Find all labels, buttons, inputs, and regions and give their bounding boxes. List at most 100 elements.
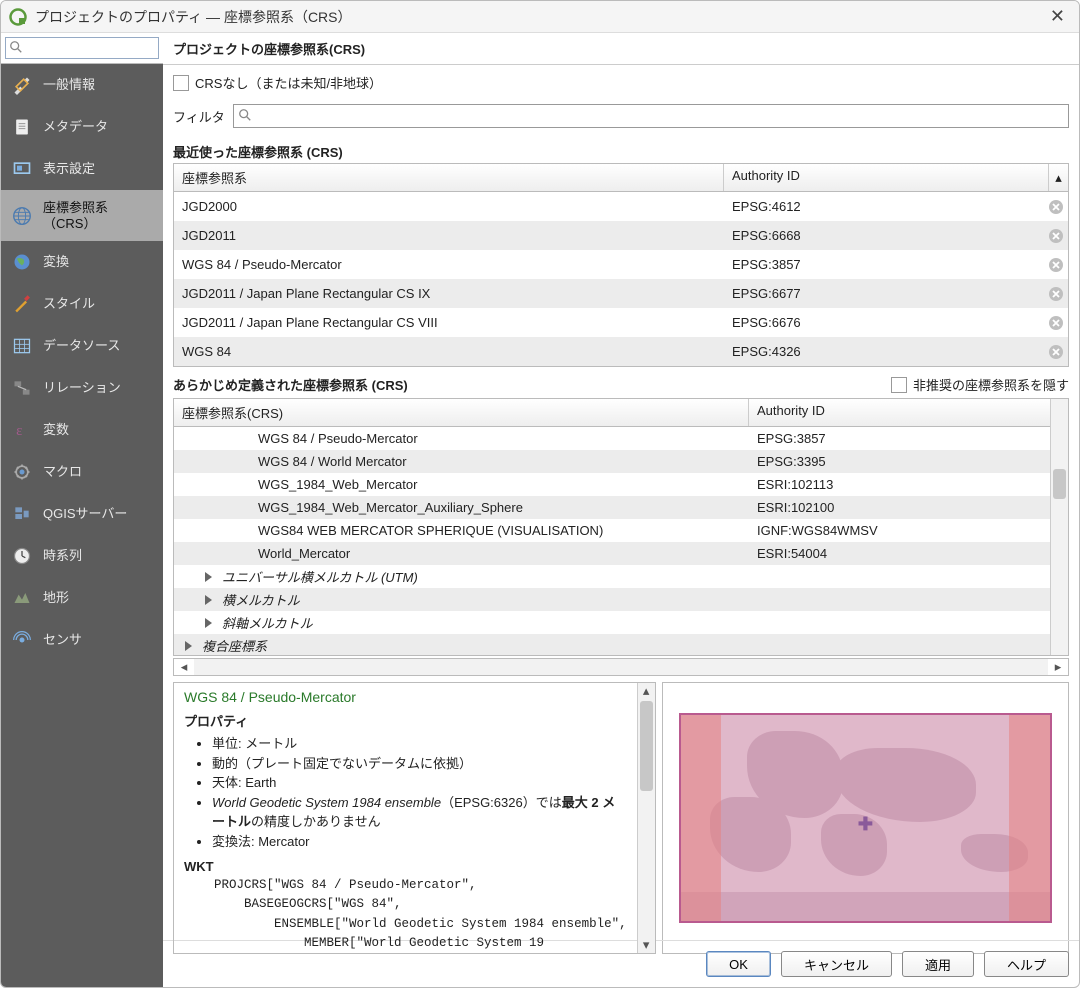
- remove-recent-icon[interactable]: [1044, 344, 1068, 360]
- sidebar-item-relations[interactable]: リレーション: [1, 367, 163, 409]
- scroll-left-icon[interactable]: ◂: [174, 659, 194, 675]
- col-crs-header[interactable]: 座標参照系: [174, 164, 724, 191]
- titlebar: プロジェクトのプロパティ — 座標参照系（CRS） ✕: [1, 1, 1079, 33]
- scroll-up-icon[interactable]: ▴: [638, 683, 655, 699]
- crs-auth-cell: EPSG:6676: [724, 315, 1044, 330]
- ok-button[interactable]: OK: [706, 951, 771, 977]
- hscroll-track[interactable]: [194, 659, 1048, 675]
- expand-icon[interactable]: [185, 641, 192, 651]
- sidebar-item-sensors[interactable]: センサ: [1, 619, 163, 661]
- scroll-down-icon[interactable]: ▾: [638, 937, 655, 953]
- remove-recent-icon[interactable]: [1044, 286, 1068, 302]
- sidebar-item-terrain[interactable]: 地形: [1, 577, 163, 619]
- crs-auth-cell: EPSG:3857: [749, 431, 1050, 446]
- col-crs2-header[interactable]: 座標参照系(CRS): [174, 399, 749, 426]
- tree-item-row[interactable]: World_MercatorESRI:54004: [174, 542, 1050, 565]
- crs-name-cell: WGS 84 / World Mercator: [254, 454, 749, 469]
- tree-group-row[interactable]: 複合座標系: [174, 634, 1050, 655]
- map-preview-pane: ✚: [662, 682, 1069, 954]
- predef-scrollbar[interactable]: [1050, 399, 1068, 655]
- filter-row: フィルタ: [163, 100, 1079, 136]
- clock-icon: [11, 545, 33, 567]
- crs-auth-cell: ESRI:102100: [749, 500, 1050, 515]
- hide-deprecated-checkbox[interactable]: [891, 377, 907, 393]
- tree-group-row[interactable]: 横メルカトル: [174, 588, 1050, 611]
- remove-recent-icon[interactable]: [1044, 228, 1068, 244]
- table-row[interactable]: WGS 84 / Pseudo-MercatorEPSG:3857: [174, 250, 1068, 279]
- dialog-body: 一般情報 メタデータ 表示設定 座標参照系（CRS） 変換 スタイル: [1, 33, 1079, 987]
- predef-hscroll[interactable]: ◂ ▸: [173, 658, 1069, 676]
- world-map-preview: ✚: [679, 713, 1052, 923]
- table-row[interactable]: JGD2011EPSG:6668: [174, 221, 1068, 250]
- sidebar-item-variables[interactable]: ε 変数: [1, 409, 163, 451]
- wkt-text: PROJCRS["WGS 84 / Pseudo-Mercator", BASE…: [184, 876, 627, 953]
- tree-item-row[interactable]: WGS84 WEB MERCATOR SPHERIQUE (VISUALISAT…: [174, 519, 1050, 542]
- sidebar-item-qgisserver[interactable]: QGISサーバー: [1, 493, 163, 535]
- remove-recent-icon[interactable]: [1044, 199, 1068, 215]
- property-item: World Geodetic System 1984 ensemble（EPSG…: [212, 793, 627, 832]
- sidebar-item-label: センサ: [43, 632, 153, 648]
- no-crs-checkbox[interactable]: [173, 75, 189, 91]
- remove-recent-icon[interactable]: [1044, 257, 1068, 273]
- properties-header: プロパティ: [184, 711, 627, 730]
- sidebar-item-label: 座標参照系（CRS）: [43, 200, 153, 231]
- properties-list: 単位: メートル動的（プレート固定でないデータムに依拠）天体: EarthWor…: [212, 734, 627, 851]
- tree-item-row[interactable]: WGS_1984_Web_Mercator_Auxiliary_SphereES…: [174, 496, 1050, 519]
- sensor-icon: [11, 629, 33, 651]
- col-auth2-header[interactable]: Authority ID: [749, 399, 1050, 426]
- sidebar-search: [1, 33, 163, 64]
- tree-item-row[interactable]: WGS 84 / Pseudo-MercatorEPSG:3857: [174, 427, 1050, 450]
- sidebar-item-general[interactable]: 一般情報: [1, 64, 163, 106]
- sidebar-item-metadata[interactable]: メタデータ: [1, 106, 163, 148]
- table-row[interactable]: JGD2000EPSG:4612: [174, 192, 1068, 221]
- sidebar-item-view[interactable]: 表示設定: [1, 148, 163, 190]
- table-row[interactable]: JGD2011 / Japan Plane Rectangular CS VII…: [174, 308, 1068, 337]
- wkt-header: WKT: [184, 859, 627, 874]
- sidebar-item-label: スタイル: [43, 296, 153, 312]
- property-item: 動的（プレート固定でないデータムに依拠）: [212, 754, 627, 774]
- cancel-button[interactable]: キャンセル: [781, 951, 892, 977]
- sidebar-item-crs[interactable]: 座標参照系（CRS）: [1, 190, 163, 241]
- tree-group-row[interactable]: ユニバーサル横メルカトル (UTM): [174, 565, 1050, 588]
- filter-input[interactable]: [233, 104, 1069, 128]
- search-icon: [238, 108, 252, 122]
- expand-icon[interactable]: [205, 618, 212, 628]
- tree-group-row[interactable]: 斜軸メルカトル: [174, 611, 1050, 634]
- sidebar-item-macros[interactable]: マクロ: [1, 451, 163, 493]
- scroll-right-icon[interactable]: ▸: [1048, 659, 1068, 675]
- expand-icon[interactable]: [205, 595, 212, 605]
- crs-auth-cell: ESRI:54004: [749, 546, 1050, 561]
- col-auth-header[interactable]: Authority ID: [724, 164, 1048, 191]
- crs-auth-cell: EPSG:3857: [724, 257, 1044, 272]
- crs-auth-cell: EPSG:3395: [749, 454, 1050, 469]
- table-row[interactable]: WGS 84EPSG:4326: [174, 337, 1068, 366]
- document-icon: [11, 116, 33, 138]
- property-item: 単位: メートル: [212, 734, 627, 754]
- info-scrollbar[interactable]: ▴ ▾: [637, 683, 655, 953]
- scroll-up-icon[interactable]: ▴: [1048, 164, 1068, 191]
- crs-name-cell: ユニバーサル横メルカトル (UTM): [218, 567, 749, 586]
- remove-recent-icon[interactable]: [1044, 315, 1068, 331]
- sidebar-item-transform[interactable]: 変換: [1, 241, 163, 283]
- crs-name-cell: WGS 84 / Pseudo-Mercator: [254, 431, 749, 446]
- crs-name-cell: 横メルカトル: [218, 590, 749, 609]
- sidebar-search-input[interactable]: [5, 37, 159, 59]
- sidebar-item-label: メタデータ: [43, 119, 153, 135]
- crs-name-cell: JGD2000: [174, 199, 724, 214]
- help-button[interactable]: ヘルプ: [984, 951, 1069, 977]
- tree-item-row[interactable]: WGS 84 / World MercatorEPSG:3395: [174, 450, 1050, 473]
- selected-crs-name: WGS 84 / Pseudo-Mercator: [184, 689, 627, 705]
- crs-auth-cell: ESRI:102113: [749, 477, 1050, 492]
- table-row[interactable]: JGD2011 / Japan Plane Rectangular CS IXE…: [174, 279, 1068, 308]
- sidebar-item-datasources[interactable]: データソース: [1, 325, 163, 367]
- close-icon[interactable]: ✕: [1044, 4, 1071, 29]
- apply-button[interactable]: 適用: [902, 951, 974, 977]
- qgis-logo-icon: [9, 8, 27, 26]
- sidebar-item-temporal[interactable]: 時系列: [1, 535, 163, 577]
- expand-icon[interactable]: [205, 572, 212, 582]
- crosshair-icon: ✚: [858, 814, 873, 835]
- sidebar-item-styles[interactable]: スタイル: [1, 283, 163, 325]
- tree-item-row[interactable]: WGS_1984_Web_MercatorESRI:102113: [174, 473, 1050, 496]
- property-item: 天体: Earth: [212, 773, 627, 793]
- crs-auth-cell: EPSG:6677: [724, 286, 1044, 301]
